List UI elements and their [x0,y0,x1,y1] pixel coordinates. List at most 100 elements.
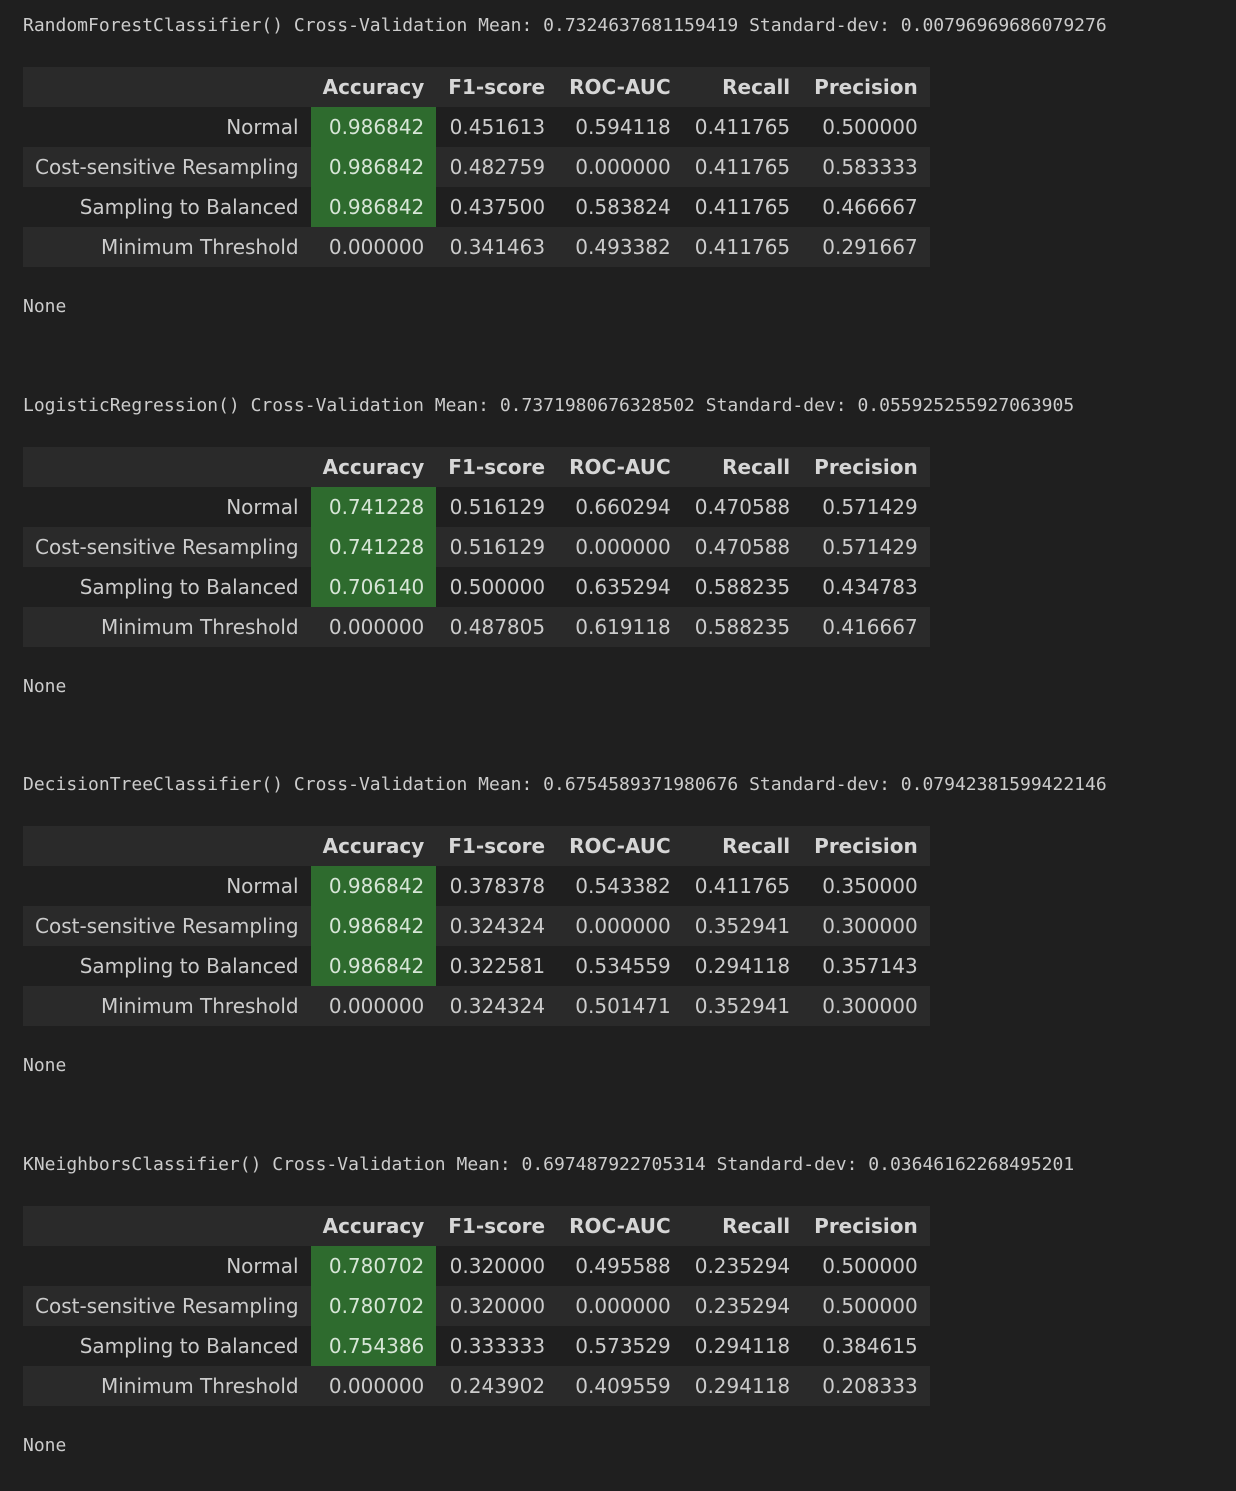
metric-cell: 0.466667 [822,195,918,219]
metric-cell: 0.493382 [575,235,671,259]
row-label: Normal [226,495,299,519]
column-header: Precision [814,75,918,99]
row-label: Cost-sensitive Resampling [35,1294,299,1318]
table-row: Cost-sensitive Resampling 0.986842 0.48275… [23,147,930,187]
table-row: Minimum Threshold 0.000000 0.243902 0.40955… [23,1366,930,1406]
row-label: Sampling to Balanced [79,575,299,599]
metric-cell: 0.543382 [575,874,671,898]
accuracy-cell: 0.000000 [328,994,425,1018]
row-label: Sampling to Balanced [79,195,299,219]
metric-cell: 0.571429 [822,495,918,519]
metric-cell: 0.324324 [449,914,546,938]
row-label: Minimum Threshold [100,994,299,1018]
metric-cell: 0.635294 [575,575,671,599]
table-row: Sampling to Balanced 0.706140 0.500000 0.63… [23,567,930,607]
metric-cell: 0.320000 [449,1294,546,1318]
metric-cell: 0.000000 [575,1294,671,1318]
row-label: Cost-sensitive Resampling [35,914,299,938]
accuracy-cell: 0.000000 [328,1374,425,1398]
cross-validation-summary: DecisionTreeClassifier() Cross-Validatio… [23,774,1107,795]
metric-cell: 0.378378 [449,874,546,898]
metric-cell: 0.500000 [822,1294,918,1318]
accuracy-cell: 0.986842 [310,187,437,227]
table-row: Cost-sensitive Resampling 0.741228 0.51612… [23,527,930,567]
accuracy-cell: 0.741228 [310,527,437,567]
table-row: Minimum Threshold 0.000000 0.487805 0.61911… [23,607,930,647]
accuracy-cell: 0.000000 [328,235,425,259]
metric-cell: 0.384615 [822,1334,918,1358]
accuracy-cell: 0.986842 [310,147,437,187]
metric-cell: 0.500000 [822,115,918,139]
metric-cell: 0.619118 [575,615,671,639]
column-header: F1-score [448,75,546,99]
metric-cell: 0.583824 [575,195,671,219]
row-label: Minimum Threshold [100,235,299,259]
metric-cell: 0.291667 [822,235,918,259]
table-header-row: Accuracy F1-score ROC-AUC Recall Precision [23,447,930,487]
metric-cell: 0.411765 [694,235,791,259]
metric-cell: 0.583333 [822,155,918,179]
table-row: Normal 0.780702 0.320000 0.495588 0.235294 0.… [23,1246,930,1286]
print-return-output: None [23,676,67,697]
print-return-output: None [23,296,67,317]
row-label: Cost-sensitive Resampling [35,535,299,559]
column-header: F1-score [448,455,546,479]
print-return-output: None [23,1055,67,1076]
metric-cell: 0.294118 [694,1334,791,1358]
column-header: Recall [722,834,791,858]
metric-cell: 0.516129 [449,535,546,559]
metric-cell: 0.501471 [575,994,671,1018]
accuracy-cell: 0.000000 [328,615,425,639]
metric-cell: 0.333333 [449,1334,546,1358]
metric-cell: 0.411765 [694,115,791,139]
accuracy-cell: 0.986842 [310,866,437,906]
column-header: Precision [814,455,918,479]
cross-validation-summary: RandomForestClassifier() Cross-Validatio… [23,15,1107,36]
metric-cell: 0.294118 [694,1374,791,1398]
metric-cell: 0.437500 [449,195,546,219]
row-label: Normal [226,115,299,139]
metric-cell: 0.470588 [694,535,791,559]
metric-cell: 0.000000 [575,535,671,559]
metric-cell: 0.000000 [575,155,671,179]
table-row: Normal 0.986842 0.451613 0.594118 0.411765 0.… [23,107,930,147]
accuracy-cell: 0.754386 [310,1326,437,1366]
print-return-output: None [23,1435,67,1456]
row-label: Sampling to Balanced [79,1334,299,1358]
metrics-dataframe: Accuracy F1-score ROC-AUC Recall Precision No… [23,1206,930,1406]
metric-cell: 0.588235 [694,575,791,599]
column-header: F1-score [448,834,546,858]
metric-cell: 0.660294 [575,495,671,519]
metric-cell: 0.411765 [694,195,791,219]
cross-validation-summary: KNeighborsClassifier() Cross-Validation … [23,1154,1075,1175]
table-row: Cost-sensitive Resampling 0.780702 0.32000… [23,1286,930,1326]
row-label: Normal [226,874,299,898]
table-row: Minimum Threshold 0.000000 0.341463 0.49338… [23,227,930,267]
metric-cell: 0.487805 [449,615,546,639]
index-header-cell [23,826,311,866]
metric-cell: 0.300000 [822,994,918,1018]
metric-cell: 0.294118 [694,954,791,978]
column-header: Accuracy [322,455,425,479]
row-label: Normal [226,1254,299,1278]
metric-cell: 0.500000 [822,1254,918,1278]
column-header: ROC-AUC [569,834,671,858]
metric-cell: 0.324324 [449,994,546,1018]
metric-cell: 0.411765 [694,874,791,898]
table-row: Sampling to Balanced 0.754386 0.333333 0.57… [23,1326,930,1366]
row-label: Cost-sensitive Resampling [35,155,299,179]
column-header: Recall [722,75,791,99]
column-header: Recall [722,1214,791,1238]
accuracy-cell: 0.986842 [310,107,437,147]
table-header-row: Accuracy F1-score ROC-AUC Recall Precision [23,1206,930,1246]
column-header: Accuracy [322,75,425,99]
metric-cell: 0.594118 [575,115,671,139]
metric-cell: 0.571429 [822,535,918,559]
index-header-cell [23,1206,311,1246]
metrics-dataframe: Accuracy F1-score ROC-AUC Recall Precision No… [23,67,930,267]
metric-cell: 0.409559 [575,1374,671,1398]
table-row: Normal 0.741228 0.516129 0.660294 0.470588 0.… [23,487,930,527]
metric-cell: 0.451613 [449,115,546,139]
metric-cell: 0.235294 [694,1294,791,1318]
accuracy-cell: 0.780702 [310,1286,437,1326]
